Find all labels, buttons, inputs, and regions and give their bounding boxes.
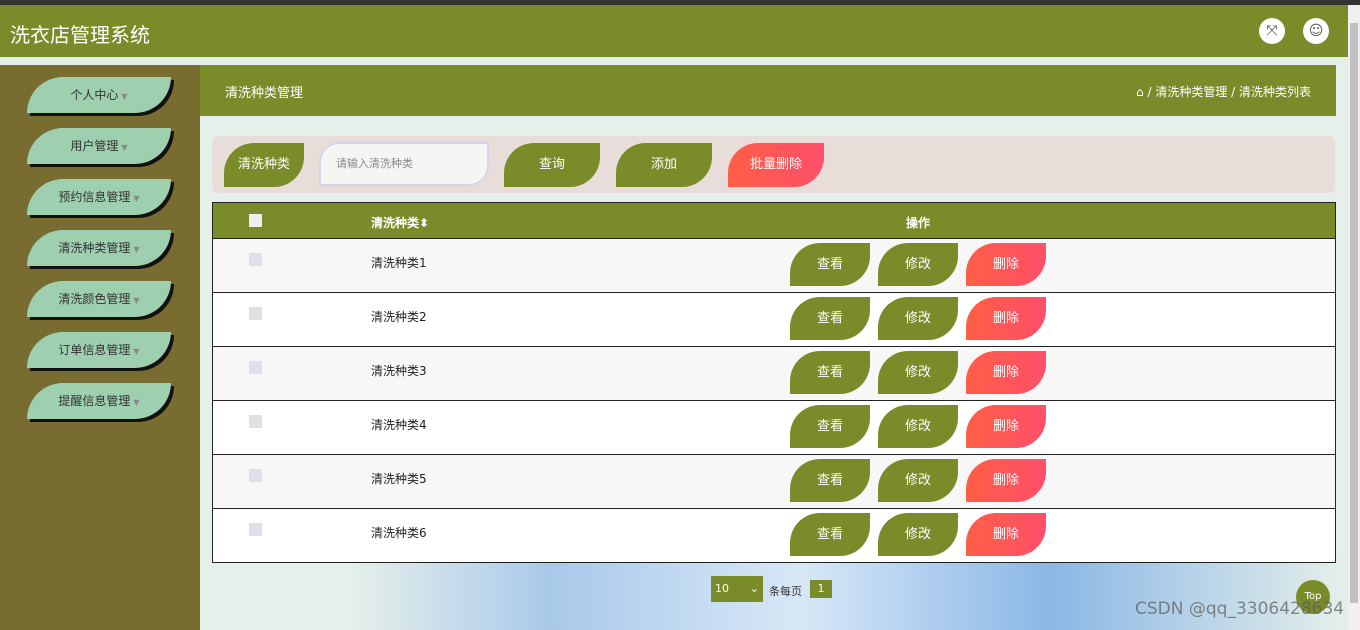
delete-button[interactable]: 删除	[966, 513, 1046, 556]
sidebar-item-label: 订单信息管理	[58, 343, 131, 357]
view-button[interactable]: 查看	[790, 513, 870, 556]
cell-name: 清洗种类4	[371, 418, 427, 432]
sidebar-item-label: 用户管理	[70, 139, 119, 153]
edit-button[interactable]: 修改	[878, 351, 958, 394]
row-checkbox[interactable]	[249, 469, 262, 482]
sidebar-item-label: 预约信息管理	[58, 190, 131, 204]
table-row: 清洗种类6 查看 修改 删除	[213, 508, 1335, 562]
page-size-select[interactable]: 10 ⌄	[711, 576, 763, 602]
view-button[interactable]: 查看	[790, 459, 870, 502]
column-header-actions: 操作	[906, 216, 931, 230]
caret-down-icon: ▼	[133, 245, 140, 254]
caret-down-icon: ▼	[133, 398, 140, 407]
table-header: 清洗种类⬍ 操作	[213, 203, 1335, 238]
sidebar-item-label: 清洗种类管理	[58, 241, 131, 255]
table-row: 清洗种类2 查看 修改 删除	[213, 292, 1335, 346]
page-number[interactable]: 1	[810, 580, 832, 598]
row-checkbox[interactable]	[249, 253, 262, 266]
caret-down-icon: ▼	[133, 347, 140, 356]
delete-button[interactable]: 删除	[966, 351, 1046, 394]
table-row: 清洗种类3 查看 修改 删除	[213, 346, 1335, 400]
fullscreen-icon[interactable]: ⤧	[1259, 18, 1285, 44]
sidebar-item[interactable]: 用户管理 ▼	[27, 128, 171, 164]
main-content: 清洗种类管理 ⌂ / 清洗种类管理 / 清洗种类列表 清洗种类 请输入清洗种类 …	[200, 57, 1348, 630]
sidebar-item[interactable]: 清洗颜色管理 ▼	[27, 281, 171, 317]
caret-down-icon: ▼	[121, 143, 128, 152]
app-title: 洗衣店管理系统	[10, 23, 150, 47]
chevron-down-icon: ⌄	[749, 582, 759, 595]
row-checkbox[interactable]	[249, 415, 262, 428]
view-button[interactable]: 查看	[790, 243, 870, 286]
view-button[interactable]: 查看	[790, 297, 870, 340]
sidebar-item-label: 提醒信息管理	[58, 394, 131, 408]
delete-button[interactable]: 删除	[966, 459, 1046, 502]
search-bar: 清洗种类 请输入清洗种类 查询 添加 批量删除	[212, 136, 1335, 193]
cell-name: 清洗种类2	[371, 310, 427, 324]
search-input[interactable]: 请输入清洗种类	[319, 142, 489, 186]
cell-name: 清洗种类3	[371, 364, 427, 378]
caret-down-icon: ▼	[133, 194, 140, 203]
background-image	[350, 557, 1348, 630]
scrollbar[interactable]	[1348, 5, 1360, 630]
sidebar-item[interactable]: 订单信息管理 ▼	[27, 332, 171, 368]
add-button[interactable]: 添加	[616, 143, 712, 187]
batch-delete-button[interactable]: 批量删除	[728, 143, 824, 187]
user-icon[interactable]: ☺	[1303, 18, 1329, 44]
row-checkbox[interactable]	[249, 361, 262, 374]
table-row: 清洗种类5 查看 修改 删除	[213, 454, 1335, 508]
edit-button[interactable]: 修改	[878, 297, 958, 340]
search-label: 清洗种类	[224, 143, 304, 187]
cell-name: 清洗种类6	[371, 526, 427, 540]
edit-button[interactable]: 修改	[878, 513, 958, 556]
sort-icon[interactable]: ⬍	[419, 216, 429, 230]
per-page-label: 条每页	[769, 585, 802, 598]
row-checkbox[interactable]	[249, 523, 262, 536]
sidebar-item[interactable]: 预约信息管理 ▼	[27, 179, 171, 215]
sidebar-item-label: 个人中心	[70, 88, 119, 102]
table-row: 清洗种类4 查看 修改 删除	[213, 400, 1335, 454]
select-all-checkbox[interactable]	[249, 214, 262, 227]
caret-down-icon: ▼	[121, 92, 128, 101]
data-table: 清洗种类⬍ 操作 清洗种类1 查看 修改 删除 清洗种类2 查看 修改 删除 清…	[212, 202, 1336, 563]
watermark: CSDN @qq_3306428634	[1135, 599, 1345, 619]
scrollbar-thumb[interactable]	[1350, 23, 1358, 603]
edit-button[interactable]: 修改	[878, 243, 958, 286]
column-header-name[interactable]: 清洗种类⬍	[371, 214, 429, 231]
cell-name: 清洗种类1	[371, 256, 427, 270]
sidebar: 个人中心 ▼ 用户管理 ▼ 预约信息管理 ▼ 清洗种类管理 ▼ 清洗颜色管理 ▼ 订单信息管理 ▼ 提醒…	[0, 65, 200, 630]
sidebar-item[interactable]: 提醒信息管理 ▼	[27, 383, 171, 419]
query-button[interactable]: 查询	[504, 143, 600, 187]
breadcrumb-text[interactable]: / 清洗种类管理 / 清洗种类列表	[1147, 85, 1311, 99]
sidebar-item[interactable]: 清洗种类管理 ▼	[27, 230, 171, 266]
header: 洗衣店管理系统 ⤧ ☺	[0, 5, 1348, 57]
edit-button[interactable]: 修改	[878, 405, 958, 448]
row-checkbox[interactable]	[249, 307, 262, 320]
sidebar-item-label: 清洗颜色管理	[58, 292, 131, 306]
caret-down-icon: ▼	[133, 296, 140, 305]
view-button[interactable]: 查看	[790, 405, 870, 448]
delete-button[interactable]: 删除	[966, 243, 1046, 286]
page-title: 清洗种类管理	[225, 86, 304, 101]
sidebar-item[interactable]: 个人中心 ▼	[27, 77, 171, 113]
cell-name: 清洗种类5	[371, 472, 427, 486]
view-button[interactable]: 查看	[790, 351, 870, 394]
table-row: 清洗种类1 查看 修改 删除	[213, 238, 1335, 292]
home-icon[interactable]: ⌂	[1136, 85, 1147, 99]
page-header: 清洗种类管理 ⌂ / 清洗种类管理 / 清洗种类列表	[200, 65, 1336, 116]
breadcrumb: ⌂ / 清洗种类管理 / 清洗种类列表	[1136, 83, 1311, 100]
delete-button[interactable]: 删除	[966, 297, 1046, 340]
delete-button[interactable]: 删除	[966, 405, 1046, 448]
edit-button[interactable]: 修改	[878, 459, 958, 502]
